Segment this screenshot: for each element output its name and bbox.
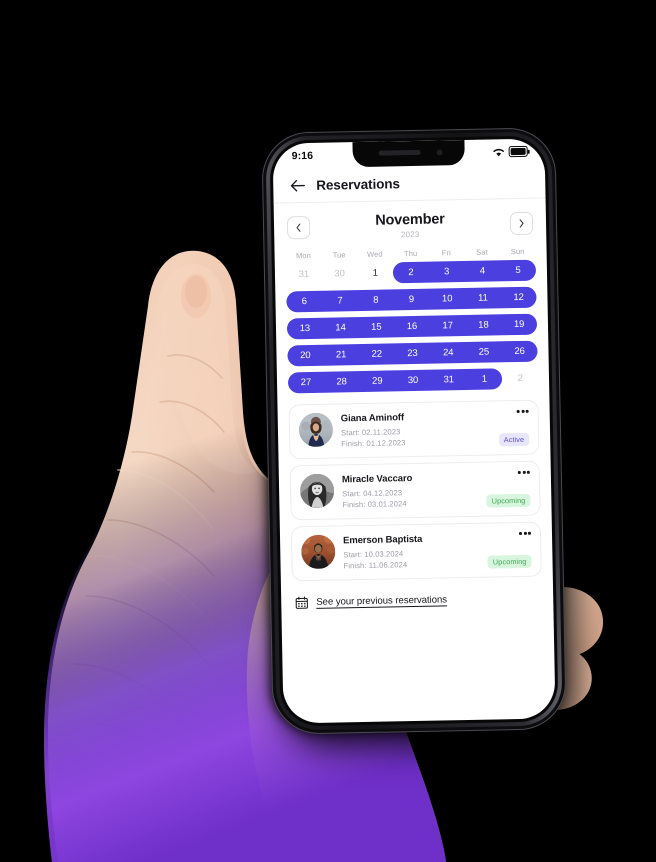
guest-name: Miracle Vaccaro (341, 472, 413, 486)
calendar-day[interactable]: 1 (357, 267, 393, 279)
reservation-card[interactable]: Giana Aminoff Start: 02.11.2023 Finish: 01… (288, 399, 540, 460)
status-badge: Upcoming (486, 493, 531, 508)
calendar-day[interactable]: 26 (502, 346, 538, 358)
avatar-miracle (299, 473, 335, 509)
calendar-day[interactable]: 9 (394, 294, 430, 306)
weekday-label-tue: Tue (332, 250, 346, 260)
calendar-day[interactable]: 21 (323, 349, 359, 361)
reservation-card-actions: Upcoming (482, 470, 531, 508)
finish-date: Finish: 01.12.2023 (341, 438, 406, 449)
previous-reservations-row[interactable]: See your previous reservations (281, 582, 553, 609)
reservation-card-actions: Active (481, 409, 530, 447)
calendar-day[interactable]: 24 (430, 347, 466, 359)
calendar-day-cells: 27 28 29 30 31 1 2 (288, 368, 538, 394)
chevron-right-icon (519, 219, 524, 229)
calendar-week-row: 13 14 15 16 17 18 19 (286, 313, 538, 340)
guest-name: Emerson Baptista (342, 533, 423, 547)
calendar-week-row: 27 28 29 30 31 1 2 (287, 368, 538, 394)
calendar-week-row: 31 30 1 2 3 4 5 (286, 259, 537, 286)
calendar-day-cells: 20 21 22 23 24 25 26 (287, 341, 537, 367)
chevron-left-icon (296, 223, 301, 233)
prev-month-button[interactable] (286, 216, 311, 240)
calendar-day[interactable]: 5 (500, 265, 536, 277)
calendar-week-row: 20 21 22 23 24 25 26 (287, 340, 538, 367)
phone-screen: 9:16 Reservations November 2023 Mon Tue … (272, 138, 556, 724)
reservation-info: Miracle Vaccaro Start: 04.12.2023 Finish: … (342, 471, 475, 511)
status-time: 9:16 (291, 149, 314, 162)
calendar-day[interactable]: 4 (464, 265, 500, 277)
calendar-day[interactable]: 22 (359, 348, 395, 360)
calendar-day[interactable]: 15 (358, 321, 394, 333)
calendar-day[interactable]: 3 (429, 266, 465, 278)
status-badge: Upcoming (487, 554, 532, 569)
calendar-day[interactable]: 6 (286, 296, 322, 308)
status-badge: Active (498, 432, 530, 447)
previous-reservations-link[interactable]: See your previous reservations (316, 594, 447, 608)
calendar-day[interactable]: 13 (287, 323, 323, 335)
reservation-card[interactable]: Miracle Vaccaro Start: 04.12.2023 Finish: … (289, 460, 541, 521)
calendar-weeks: 31 30 1 2 3 4 5 6 7 8 9 10 11 12 13 14 15 16 17 18 19 20 21 22 2… (286, 259, 538, 394)
calendar-day[interactable]: 12 (501, 292, 537, 304)
calendar-day-cells: 13 14 15 16 17 18 19 (287, 314, 537, 340)
calendar-day[interactable]: 30 (395, 375, 431, 387)
next-month-button[interactable] (509, 212, 534, 236)
calendar-day[interactable]: 10 (429, 293, 465, 305)
calendar-day[interactable]: 7 (322, 295, 358, 307)
more-options-icon[interactable] (516, 409, 529, 413)
calendar-day[interactable]: 23 (395, 348, 431, 360)
avatar-giana (298, 412, 334, 448)
finish-date: Finish: 03.01.2024 (342, 499, 407, 510)
calendar-day[interactable]: 30 (322, 268, 358, 280)
calendar-day[interactable]: 31 (431, 374, 467, 386)
more-options-icon[interactable] (519, 531, 532, 535)
calendar-day[interactable]: 20 (287, 350, 323, 362)
finish-date: Finish: 11.06.2024 (343, 560, 408, 571)
calendar-day-cells: 6 7 8 9 10 11 12 (286, 287, 536, 313)
status-bar: 9:16 (272, 138, 544, 168)
weekday-label-sat: Sat (476, 247, 488, 257)
app-header: Reservations (272, 163, 546, 204)
reservation-card-actions: Upcoming (483, 531, 532, 569)
calendar-day[interactable]: 27 (288, 377, 324, 389)
calendar-day[interactable]: 16 (394, 321, 430, 333)
calendar-day[interactable]: 17 (430, 320, 466, 332)
calendar-day[interactable]: 28 (324, 376, 360, 388)
calendar-day-cells: 31 30 1 2 3 4 5 (286, 260, 536, 286)
avatar-emerson (300, 534, 336, 570)
month-label-group: November 2023 (310, 211, 510, 241)
calendar-icon (295, 596, 308, 609)
page-title: Reservations (316, 175, 400, 193)
battery-full-icon (508, 145, 528, 158)
calendar: Mon Tue Wed Thu Fri Sat Sun 31 30 1 2 3 4 5 6 7 8 9 10 11 1… (274, 240, 549, 394)
calendar-day[interactable]: 8 (358, 294, 394, 306)
calendar-day[interactable]: 2 (502, 373, 538, 385)
weekday-label-fri: Fri (441, 248, 451, 258)
back-arrow-icon[interactable] (290, 179, 305, 192)
calendar-day[interactable]: 18 (465, 319, 501, 331)
weekday-label-sun: Sun (510, 246, 525, 257)
calendar-week-row: 6 7 8 9 10 11 12 (286, 286, 537, 313)
calendar-day[interactable]: 11 (465, 292, 501, 304)
guest-name: Giana Aminoff (340, 412, 405, 425)
weekday-label-wed: Wed (366, 249, 383, 259)
weekday-label-mon: Mon (295, 250, 311, 261)
calendar-day[interactable]: 25 (466, 346, 502, 358)
reservation-list: Giana Aminoff Start: 02.11.2023 Finish: 01… (277, 394, 552, 582)
calendar-day[interactable]: 2 (393, 267, 429, 279)
month-navigation: November 2023 (274, 198, 547, 245)
more-options-icon[interactable] (518, 470, 530, 474)
calendar-day[interactable]: 31 (286, 269, 322, 281)
wifi-icon (493, 148, 504, 156)
calendar-day[interactable]: 14 (323, 322, 359, 334)
reservation-info: Giana Aminoff Start: 02.11.2023 Finish: 01… (341, 410, 474, 450)
status-indicators (493, 145, 528, 158)
calendar-day[interactable]: 29 (359, 375, 395, 387)
reservation-card[interactable]: Emerson Baptista Start: 10.03.2024 Finish:… (290, 521, 542, 582)
calendar-day[interactable]: 1 (466, 373, 502, 385)
reservation-info: Emerson Baptista Start: 10.03.2024 Finish:… (343, 532, 476, 572)
weekday-header: Mon Tue Wed Thu Fri Sat Sun (286, 247, 536, 261)
calendar-day[interactable]: 19 (501, 319, 537, 331)
phone-device: 9:16 Reservations November 2023 Mon Tue … (262, 128, 566, 734)
weekday-label-thu: Thu (403, 248, 418, 259)
